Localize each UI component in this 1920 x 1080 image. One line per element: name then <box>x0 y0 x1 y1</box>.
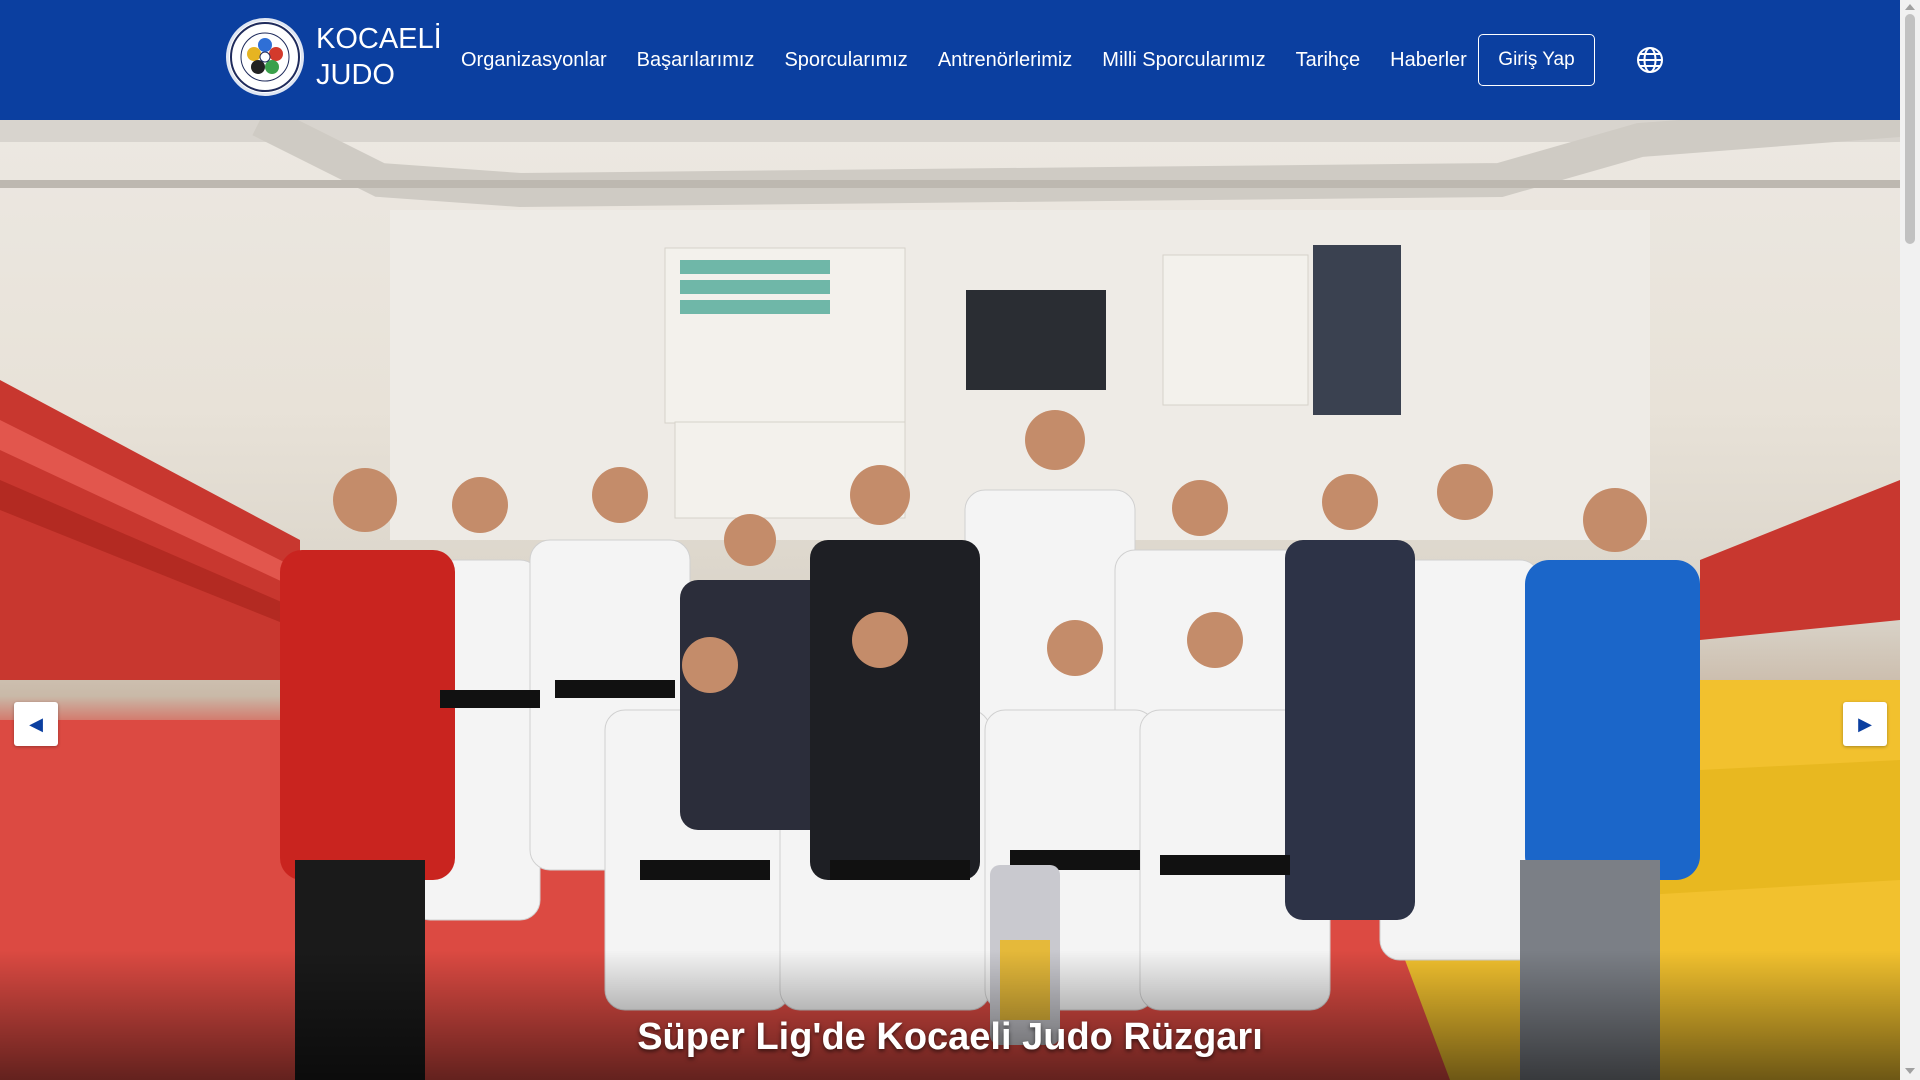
nav-sporcularimiz[interactable]: Sporcularımız <box>784 49 907 72</box>
nav-haberler[interactable]: Haberler <box>1390 49 1467 72</box>
caret-left-icon: ◀ <box>29 713 43 734</box>
scroll-thumb[interactable] <box>1905 14 1915 244</box>
top-navbar: KOCAELİ JUDO Organizasyonlar Başarılarım… <box>0 0 1900 120</box>
globe-icon[interactable] <box>1636 46 1664 74</box>
brand-line-2: JUDO <box>316 59 395 91</box>
brand-home-link[interactable]: KOCAELİ JUDO <box>226 18 442 96</box>
nav-organizasyonlar[interactable]: Organizasyonlar <box>461 49 607 72</box>
nav-tarihce[interactable]: Tarihçe <box>1296 49 1360 72</box>
carousel-prev-button[interactable]: ◀ <box>14 702 58 746</box>
nav-basarilarimiz[interactable]: Başarılarımız <box>637 49 755 72</box>
caret-right-icon: ▶ <box>1858 713 1872 734</box>
caption-gradient <box>0 950 1900 1080</box>
brand-line-1: KOCAELİ <box>316 23 442 55</box>
carousel-next-button[interactable]: ▶ <box>1843 702 1887 746</box>
login-button[interactable]: Giriş Yap <box>1478 34 1595 86</box>
hero-photo <box>0 120 1900 1080</box>
scroll-down-icon[interactable] <box>1905 1068 1915 1074</box>
brand-name: KOCAELİ JUDO <box>316 21 442 93</box>
main-nav: Organizasyonlar Başarılarımız Sporcuları… <box>461 0 1467 120</box>
scroll-up-icon[interactable] <box>1905 4 1915 10</box>
nav-milli-sporcularimiz[interactable]: Milli Sporcularımız <box>1102 49 1265 72</box>
page-scrollbar[interactable] <box>1900 0 1920 1080</box>
ijf-logo-icon <box>226 18 304 96</box>
nav-antrenorlerimiz[interactable]: Antrenörlerimiz <box>938 49 1072 72</box>
hero-carousel: Süper Lig'de Kocaeli Judo Rüzgarı ◀ ▶ <box>0 120 1900 1080</box>
hero-caption: Süper Lig'de Kocaeli Judo Rüzgarı <box>637 1016 1263 1058</box>
